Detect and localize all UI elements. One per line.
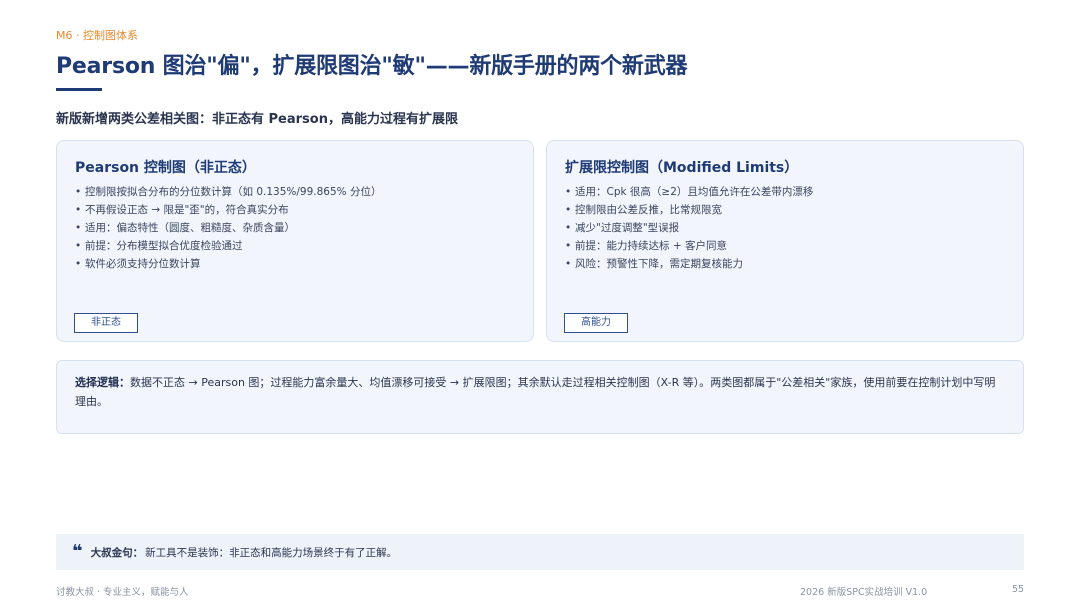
quote-banner: ❝ 大叔金句： 新工具不是装饰：非正态和高能力场景终于有了正解。	[56, 534, 1024, 570]
list-item: • 风险：预警性下降，需定期复核能力	[565, 258, 743, 270]
footer-course: 2026 新版SPC实战培训 V1.0	[800, 587, 928, 598]
card-title: Pearson 控制图（非正态）	[75, 160, 256, 176]
list-item: • 适用：偏态特性（圆度、粗糙度、杂质含量）	[75, 222, 295, 234]
selection-logic-box: 选择逻辑：数据不正态 → Pearson 图；过程能力富余量大、均值漂移可接受 …	[56, 360, 1024, 434]
page-title: Pearson 图治"偏"，扩展限图治"敏"——新版手册的两个新武器	[56, 54, 688, 79]
quote-text: 新工具不是装饰：非正态和高能力场景终于有了正解。	[145, 546, 398, 559]
card-tag: 高能力	[564, 313, 628, 333]
list-item: • 控制限按拟合分布的分位数计算（如 0.135%/99.865% 分位）	[75, 186, 382, 198]
logic-text: 数据不正态 → Pearson 图；过程能力富余量大、均值漂移可接受 → 扩展限…	[75, 376, 996, 408]
quote-label: 大叔金句：	[90, 546, 144, 559]
page-number: 55	[1012, 584, 1025, 595]
card-tag: 非正态	[74, 313, 138, 333]
footer-brand: 讨教大叔 · 专业主义，赋能与人	[56, 587, 189, 598]
list-item: • 适用：Cpk 很高（≥2）且均值允许在公差带内漂移	[565, 186, 814, 198]
logic-label: 选择逻辑：	[75, 376, 130, 389]
list-item: • 不再假设正态 → 限是"歪"的，符合真实分布	[75, 204, 289, 216]
title-underline	[56, 88, 102, 91]
list-item: • 前提：分布模型拟合优度检验通过	[75, 240, 243, 252]
bullet-list: • 适用：Cpk 很高（≥2）且均值允许在公差带内漂移 • 控制限由公差反推，比常规…	[565, 183, 813, 273]
card-title: 扩展限控制图（Modified Limits）	[565, 160, 799, 176]
quote-icon: ❝	[72, 541, 83, 562]
pearson-card: Pearson 控制图（非正态） • 控制限按拟合分布的分位数计算（如 0.135…	[56, 140, 534, 342]
modified-limits-card: 扩展限控制图（Modified Limits） • 适用：Cpk 很高（≥2）且均…	[546, 140, 1024, 342]
section-kicker: M6 · 控制图体系	[56, 29, 138, 42]
page-subtitle: 新版新增两类公差相关图：非正态有 Pearson，高能力过程有扩展限	[56, 112, 458, 127]
list-item: • 减少"过度调整"型误报	[565, 222, 680, 234]
list-item: • 控制限由公差反推，比常规限宽	[565, 204, 722, 216]
list-item: • 前提：能力持续达标 + 客户同意	[565, 240, 727, 252]
bullet-list: • 控制限按拟合分布的分位数计算（如 0.135%/99.865% 分位） • 不再…	[75, 183, 381, 273]
list-item: • 软件必须支持分位数计算	[75, 258, 201, 270]
